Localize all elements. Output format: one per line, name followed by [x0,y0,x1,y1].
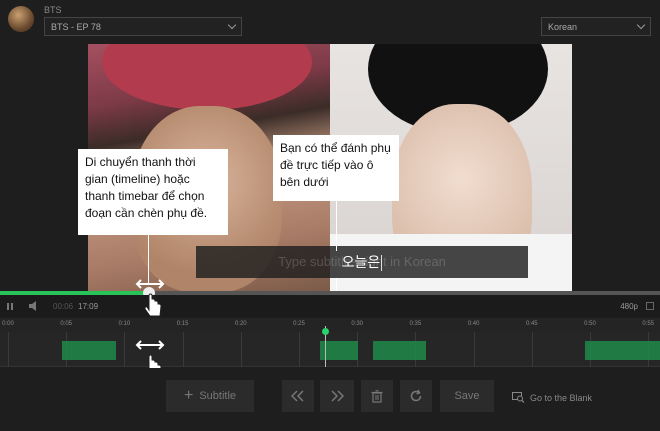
callout-pointer-right [336,201,337,251]
timeline-hint-callout: Di chuyển thanh thời gian (timeline) hoặ… [78,149,228,235]
timeline-gridline [124,332,126,367]
timeline-tick-label: 0:10 [118,321,131,327]
timeline-tick-label: 0:55 [642,321,655,327]
timeline-gridline [531,332,533,367]
timeline-playhead-knob[interactable] [322,328,329,335]
refresh-icon [410,389,422,402]
save-button[interactable]: Save [440,380,494,412]
subtitle-segment[interactable] [62,341,116,360]
timeline-tick-label: 0:15 [176,321,189,327]
header: BTS BTS - EP 78 Korean [0,0,660,42]
quality-selector[interactable]: 480p [620,302,638,311]
timeline-tick-label: 0:35 [409,321,422,327]
language-select[interactable]: Korean [541,17,651,36]
plus-icon: + [183,387,194,404]
type-hint-callout: Bạn có thể đánh phụ đề trực tiếp vào ô b… [273,135,399,201]
delete-button[interactable] [361,380,393,412]
search-icon [512,392,525,403]
show-avatar [8,6,34,32]
timeline-gridline [8,332,9,367]
volume-icon[interactable] [29,301,41,311]
player-bar: 00:06 17:09 480p [0,295,660,317]
timeline-tick-label: 0:05 [60,321,73,327]
double-chevron-left-icon [291,390,304,402]
timeline-gridline [240,332,242,367]
fullscreen-icon[interactable] [646,302,654,310]
editor-toolbar: + Subtitle Save Go to the Blank [0,368,660,431]
subtitle-track[interactable] [0,332,660,367]
chevron-down-icon [636,20,646,30]
callout-pointer-right-lower [336,278,337,292]
timeline-tick-label: 0:30 [351,321,364,327]
go-to-blank-label: Go to the Blank [530,392,593,403]
timeline-gridline [473,332,475,367]
episode-select-value: BTS - EP 78 [51,22,101,32]
double-chevron-right-icon [331,390,344,402]
subtitle-input[interactable]: 오늘은 [196,246,528,278]
timeline-gridline [182,332,184,367]
episode-select[interactable]: BTS - EP 78 [44,17,242,36]
timeline-tick-label: 0:45 [525,321,538,327]
timeline-tick-label: 0:50 [584,321,596,327]
add-subtitle-label: Subtitle [199,390,237,402]
pause-icon[interactable] [7,303,13,310]
show-name: BTS [44,5,62,15]
total-time: 17:09 [78,302,99,311]
current-time: 00:06 [53,302,74,311]
language-select-value: Korean [548,22,578,32]
timeline-ruler[interactable]: 0:00 0:05 0:10 0:15 0:20 0:25 0:30 0:35 0:40 0:45… [0,318,660,332]
trash-icon [371,389,383,403]
timeline-tick-label: 0:00 [2,321,14,327]
timeline-tick-label: 0:25 [293,321,305,327]
add-subtitle-button[interactable]: + Subtitle [166,380,254,412]
drag-hand-icon [135,279,165,317]
subtitle-segment[interactable] [373,341,426,360]
subtitle-input-text: 오늘은 [341,254,381,270]
chevron-down-icon [227,20,237,30]
timeline-gridline [299,332,300,367]
text-caret [381,255,383,272]
refresh-button[interactable] [400,380,432,412]
timeline-tick-label: 0:20 [234,321,247,327]
red-hat [102,44,312,110]
go-to-blank-link[interactable]: Go to the Blank [512,392,592,403]
next-button[interactable] [320,380,354,412]
subtitle-segment[interactable] [585,341,660,360]
timeline-tick-label: 0:40 [467,321,480,327]
previous-button[interactable] [282,380,314,412]
